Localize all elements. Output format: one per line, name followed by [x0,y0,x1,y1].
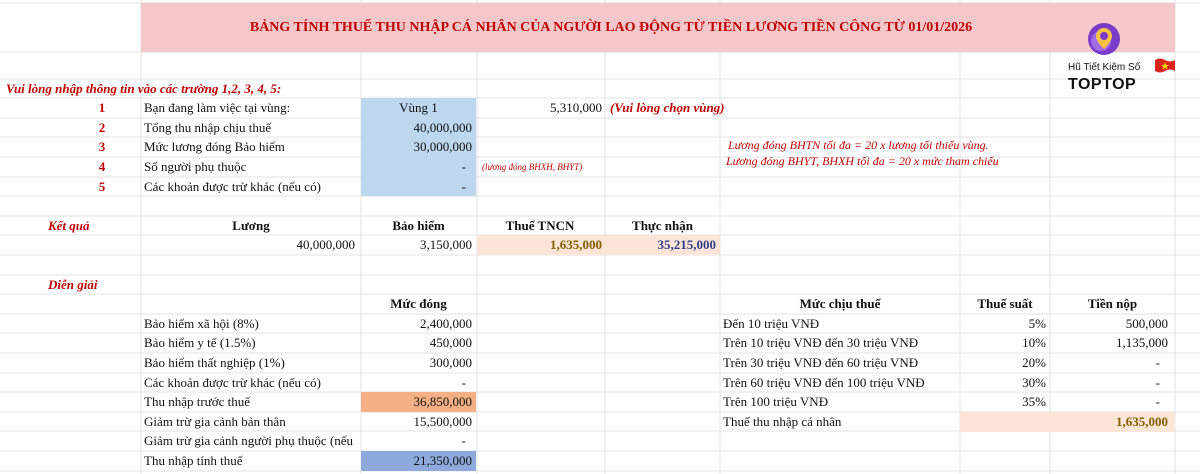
region-min-wage: 5,310,000 [550,100,602,115]
result-header-tax: Thuế TNCN [505,218,575,233]
tax-header-bracket: Mức chịu thuế [799,296,881,311]
breakdown-value: 15,500,000 [413,414,473,429]
input-number: 3 [98,139,106,154]
tax-amount: - [1155,375,1160,390]
tax-header-rate: Thuế suất [977,296,1033,311]
result-header-insurance: Bảo hiểm [392,218,445,233]
breakdown-label: Thu nhập tính thuế [144,453,243,468]
input-instruction: Vui lòng nhập thông tin vào các trường 1… [6,81,282,96]
region-select[interactable]: Vùng 1 [361,98,476,118]
breakdown-value: - [461,433,466,448]
vietnam-flag-icon [1155,58,1175,73]
insurance-hint: (lương đóng BHXH, BHYT) [482,162,583,172]
tax-rate: 35% [1022,394,1046,409]
tax-bracket: Trên 100 triệu VNĐ [723,394,829,409]
breakdown-value: 36,850,000 [413,394,473,409]
tax-amount: - [1155,355,1160,370]
page-title: BẢNG TÍNH THUẾ THU NHẬP CÁ NHÂN CỦA NGƯỜ… [249,20,973,35]
result-header-salary: Lương [232,218,270,233]
tax-rate: 30% [1022,375,1046,390]
toptop-logo: Hũ Tiết Kiệm Số TOPTOP [1062,22,1177,94]
breakdown-label: Giảm trừ gia cảnh bản thân [144,414,286,429]
breakdown-label: Các khoản được trừ khác (nếu có) [144,375,321,390]
insurance-salary-input[interactable]: 30,000,000 [361,137,473,157]
input-label-dependents: Số người phụ thuộc [144,159,247,174]
tax-rate: 20% [1022,355,1046,370]
result-insurance: 3,150,000 [420,237,472,252]
tax-total-value: 1,635,000 [1116,414,1168,429]
input-number: 2 [98,120,106,135]
input-number: 4 [98,159,106,174]
result-net: 35,215,000 [657,237,717,252]
breakdown-value: 450,000 [429,335,472,350]
logo-brand: TOPTOP [1068,76,1137,93]
tax-total-label: Thuế thu nhập cá nhân [723,414,842,429]
result-salary: 40,000,000 [296,237,356,252]
taxable-income-input[interactable]: 40,000,000 [361,118,473,138]
breakdown-label: Bảo hiểm thất nghiệp (1%) [144,355,285,370]
other-deductions-input[interactable]: - [361,177,466,197]
breakdown-value: 2,400,000 [420,316,472,331]
note-bhyt: Lương đóng BHYT, BHXH tối đa = 20 x mức … [726,154,999,168]
tax-amount: - [1155,394,1160,409]
input-label-other-deductions: Các khoản được trừ khác (nếu có) [144,179,321,194]
tax-amount: 1,135,000 [1116,335,1168,350]
result-tax: 1,635,000 [550,237,602,252]
input-label-region: Bạn đang làm việc tại vùng: [144,100,291,115]
input-number: 5 [98,179,106,194]
location-pin-icon [1088,23,1120,55]
breakdown-value: 21,350,000 [413,453,473,468]
tax-header-amount: Tiền nộp [1087,296,1138,311]
tax-amount: 500,000 [1125,316,1168,331]
breakdown-value: 300,000 [429,355,472,370]
tax-bracket: Trên 10 triệu VNĐ đến 30 triệu VNĐ [723,335,919,350]
breakdown-label: Giảm trừ gia cảnh người phụ thuộc (nếu [144,433,354,448]
tax-bracket: Đến 10 triệu VNĐ [723,316,820,331]
tax-bracket: Trên 60 triệu VNĐ đến 100 triệu VNĐ [723,375,925,390]
tax-bracket: Trên 30 triệu VNĐ đến 60 triệu VNĐ [723,355,919,370]
breakdown-label: Thu nhập trước thuế [144,394,250,409]
region-hint: (Vui lòng chọn vùng) [610,100,725,115]
input-label-income: Tổng thu nhập chịu thuế [144,120,272,135]
breakdown-header: Mức đóng [390,296,447,311]
logo-tagline: Hũ Tiết Kiệm Số [1068,62,1141,73]
breakdown-heading: Diễn giải [48,277,98,292]
result-header-net: Thực nhận [632,218,693,233]
breakdown-label: Bảo hiểm y tế (1.5%) [144,335,256,350]
breakdown-value: - [461,375,466,390]
input-number: 1 [98,100,106,115]
breakdown-label: Bảo hiểm xã hội (8%) [144,316,259,331]
tax-rate: 5% [1028,316,1046,331]
dependents-input[interactable]: - [361,157,466,177]
tax-rate: 10% [1022,335,1046,350]
input-label-insurance-salary: Mức lương đóng Bảo hiểm [144,139,285,154]
result-heading: Kết quả [48,218,90,233]
